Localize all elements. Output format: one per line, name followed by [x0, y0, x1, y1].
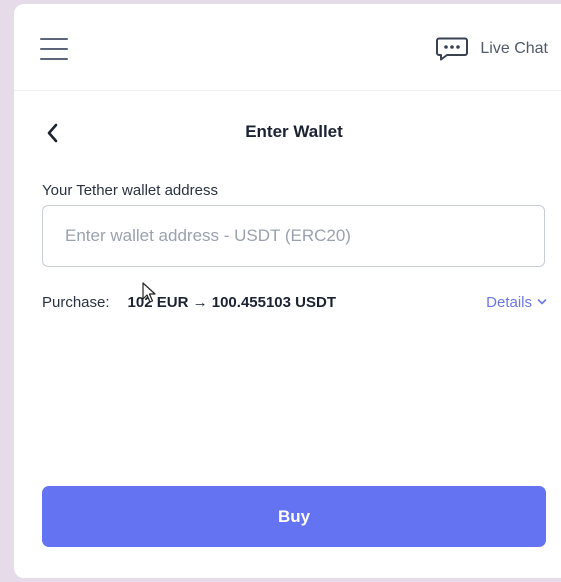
buy-button[interactable]: Buy — [42, 486, 546, 547]
chevron-down-icon — [537, 299, 547, 305]
wallet-widget: Live Chat Enter Wallet Your Tether walle… — [14, 4, 561, 578]
page-title: Enter Wallet — [245, 122, 343, 141]
purchase-label: Purchase: — [42, 293, 110, 311]
purchase-summary: Purchase: 102 EUR → 100.455103 USDT Deta… — [42, 290, 547, 314]
details-link[interactable]: Details — [486, 294, 547, 311]
chat-bubble-icon — [436, 37, 469, 61]
wallet-address-input[interactable] — [42, 205, 545, 267]
top-bar: Live Chat — [14, 4, 561, 91]
wallet-address-label: Your Tether wallet address — [42, 182, 218, 199]
hamburger-menu-icon[interactable] — [40, 38, 68, 60]
purchase-amount: 102 EUR → 100.455103 USDT — [127, 293, 336, 311]
live-chat-label: Live Chat — [480, 40, 548, 57]
live-chat-button[interactable]: Live Chat — [436, 36, 548, 62]
mouse-pointer-icon — [142, 282, 156, 303]
details-label: Details — [486, 293, 532, 311]
page-header: Enter Wallet — [14, 114, 561, 152]
